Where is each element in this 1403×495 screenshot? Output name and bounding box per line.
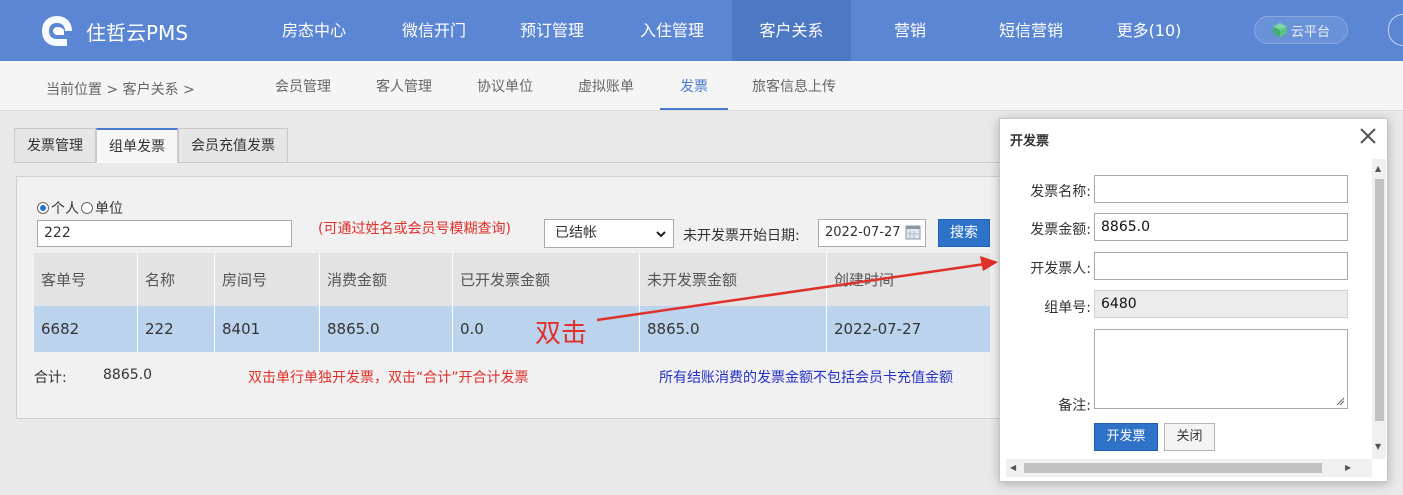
- double-click-note: 双击单行单独开发票，双击“合计”开合计发票: [248, 370, 529, 386]
- issue-invoice-button[interactable]: 开发票: [1094, 423, 1158, 451]
- header-name: 名称: [138, 253, 215, 306]
- radio-personal-label: 个人: [51, 201, 79, 217]
- recharge-exclusion-note: 所有结账消费的发票金额不包括会员卡充值金额: [659, 370, 953, 386]
- search-input[interactable]: 222: [37, 220, 292, 247]
- cloud-platform-button[interactable]: 云平台: [1254, 16, 1348, 44]
- resize-grip-icon[interactable]: [1336, 397, 1345, 406]
- group-no-field: 6480: [1094, 290, 1348, 318]
- issuer-field[interactable]: [1094, 252, 1348, 280]
- search-hint: (可通过姓名或会员号模糊查询): [318, 221, 511, 237]
- table-row[interactable]: 6682 222 8401 8865.0 0.0 8865.0 2022-07-…: [34, 306, 990, 352]
- tab-group-invoice[interactable]: 组单发票: [96, 128, 178, 163]
- breadcrumb: 当前位置 > 客户关系 >: [46, 82, 195, 98]
- dialog-vertical-scrollbar[interactable]: ▲ ▼: [1372, 159, 1386, 459]
- header-invoiced-amount: 已开发票金额: [453, 253, 640, 306]
- status-select-value: 已结帐: [555, 225, 597, 241]
- user-avatar-button[interactable]: [1388, 14, 1403, 46]
- cell-room-no: 8401: [215, 306, 320, 352]
- nav-item-customer-relations[interactable]: 客户关系: [732, 0, 851, 61]
- subtab-member-management[interactable]: 会员管理: [275, 76, 331, 96]
- remark-label: 备注:: [1058, 398, 1091, 414]
- close-button[interactable]: 关闭: [1164, 423, 1215, 451]
- double-click-annotation: 双击: [535, 319, 588, 349]
- customer-type-radios: 个人 单位: [37, 198, 125, 218]
- header-uninvoiced-amount: 未开发票金额: [640, 253, 827, 306]
- group-bill-table: 客单号 名称 房间号 消费金额 已开发票金额 未开发票金额 创建时间 6682 …: [34, 253, 990, 352]
- header-created-time: 创建时间: [834, 271, 895, 289]
- invoice-amount-label: 发票金额:: [1030, 222, 1091, 238]
- dialog-title: 开发票: [1010, 134, 1050, 149]
- cell-amount: 8865.0: [320, 306, 453, 352]
- active-subtab-indicator: [660, 108, 728, 110]
- status-select[interactable]: 已结帐: [544, 219, 674, 248]
- sub-nav-bar: 当前位置 > 客户关系 > 会员管理 客人管理 协议单位 虚拟账单 发票 旅客信…: [0, 61, 1403, 111]
- cell-bill-no: 6682: [34, 306, 138, 352]
- subtab-virtual-bill[interactable]: 虚拟账单: [578, 76, 634, 96]
- radio-unit-label: 单位: [95, 201, 123, 217]
- calendar-icon[interactable]: [905, 225, 921, 240]
- remark-textarea[interactable]: [1094, 329, 1348, 409]
- subtab-agreement-unit[interactable]: 协议单位: [477, 76, 533, 96]
- search-button[interactable]: 搜索: [938, 219, 990, 247]
- tab-member-recharge-invoice[interactable]: 会员充值发票: [178, 128, 288, 163]
- invoice-name-field[interactable]: [1094, 175, 1348, 203]
- start-date-input[interactable]: 2022-07-27: [818, 219, 926, 247]
- nav-item-checkin[interactable]: 入住管理: [620, 0, 724, 61]
- tab-invoice-management[interactable]: 发票管理: [14, 128, 96, 163]
- header-bill-no: 客单号: [34, 253, 138, 306]
- total-value[interactable]: 8865.0: [103, 367, 152, 383]
- cube-icon: [1272, 23, 1287, 37]
- cloud-platform-label: 云平台: [1290, 24, 1330, 40]
- radio-unit[interactable]: [81, 202, 93, 214]
- subtab-guest-info-upload[interactable]: 旅客信息上传: [752, 76, 836, 96]
- radio-personal[interactable]: [37, 202, 49, 214]
- issue-invoice-dialog: 开发票 发票名称: 发票金额: 8865.0 开发票人: 组单号: 6480 备…: [999, 118, 1388, 482]
- cell-created-time: 2022-07-27: [834, 320, 922, 338]
- nav-item-reservation[interactable]: 预订管理: [500, 0, 604, 61]
- subtab-invoice[interactable]: 发票: [680, 76, 708, 96]
- header-room-no: 房间号: [215, 253, 320, 306]
- total-label[interactable]: 合计:: [34, 367, 67, 387]
- issuer-label: 开发票人:: [1030, 261, 1091, 277]
- cell-uninvoiced-amount: 8865.0: [640, 306, 827, 352]
- nav-item-sms-marketing[interactable]: 短信营销: [976, 0, 1086, 61]
- dialog-form: 发票名称: 发票金额: 8865.0 开发票人: 组单号: 6480 备注:: [1006, 159, 1372, 459]
- brand-name: 住哲云PMS: [86, 20, 189, 45]
- top-nav: 住哲云PMS 房态中心 微信开门 预订管理 入住管理 客户关系 营销 短信营销 …: [0, 0, 1403, 61]
- cell-name: 222: [138, 306, 215, 352]
- start-date-value: 2022-07-27: [825, 225, 901, 240]
- chevron-down-icon: [656, 231, 666, 238]
- nav-item-room-status[interactable]: 房态中心: [262, 0, 366, 61]
- invoice-name-label: 发票名称:: [1030, 184, 1091, 200]
- invoice-amount-field[interactable]: 8865.0: [1094, 213, 1348, 241]
- dialog-horizontal-scrollbar[interactable]: ◀ ▶: [1006, 459, 1372, 477]
- scroll-right-icon[interactable]: ▶: [1345, 464, 1351, 472]
- close-icon[interactable]: [1357, 125, 1379, 147]
- logo-icon: [42, 16, 72, 46]
- header-amount: 消费金额: [320, 253, 453, 306]
- vertical-scroll-thumb[interactable]: [1375, 179, 1384, 421]
- nav-item-marketing[interactable]: 营销: [865, 0, 955, 61]
- start-date-label: 未开发票开始日期:: [683, 228, 800, 244]
- scroll-left-icon[interactable]: ◀: [1010, 464, 1016, 472]
- nav-item-wechat-door[interactable]: 微信开门: [382, 0, 486, 61]
- subtab-guest-management[interactable]: 客人管理: [376, 76, 432, 96]
- group-no-label: 组单号:: [1044, 300, 1091, 316]
- horizontal-scroll-thumb[interactable]: [1024, 463, 1322, 473]
- scroll-up-icon[interactable]: ▲: [1375, 165, 1381, 173]
- scroll-down-icon[interactable]: ▼: [1375, 443, 1381, 451]
- brand[interactable]: 住哲云PMS: [40, 12, 188, 50]
- table-header-row: 客单号 名称 房间号 消费金额 已开发票金额 未开发票金额 创建时间: [34, 253, 990, 306]
- nav-item-more[interactable]: 更多(10): [1100, 0, 1198, 61]
